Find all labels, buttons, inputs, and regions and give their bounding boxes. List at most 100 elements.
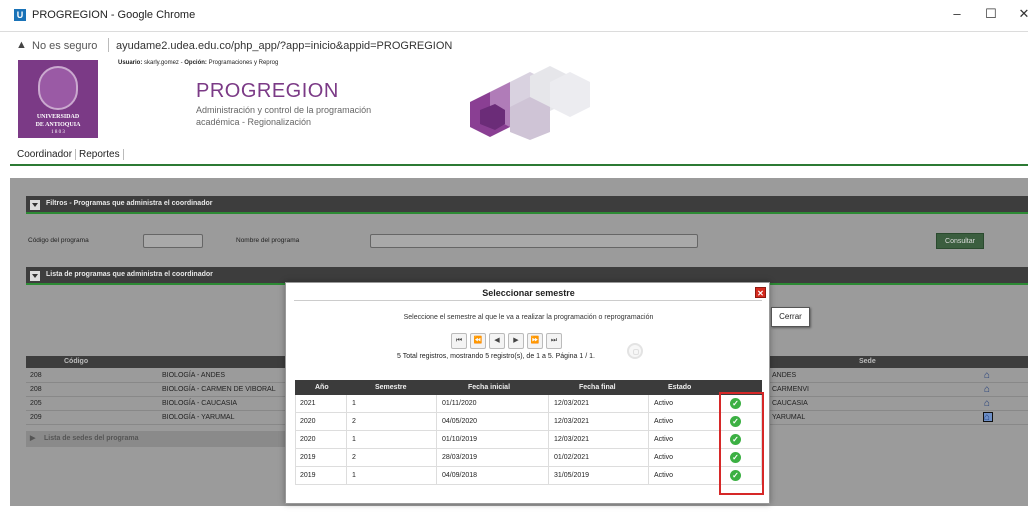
filters-title: Filtros - Programas que administra el co… bbox=[46, 200, 213, 207]
row-semester: 2 bbox=[352, 418, 356, 425]
row-semester: 1 bbox=[352, 436, 356, 443]
semester-row[interactable]: 2019 2 28/03/2019 01/02/2021 Activo ✓ bbox=[295, 449, 762, 467]
user-label: Usuario: bbox=[118, 60, 143, 66]
column-header-semester: Semestre bbox=[375, 384, 407, 391]
collapse-arrow-icon[interactable] bbox=[30, 200, 40, 210]
semester-row[interactable]: 2020 2 04/05/2020 12/03/2021 Activo ✓ bbox=[295, 413, 762, 431]
consultar-button[interactable]: Consultar bbox=[936, 233, 984, 249]
row-start-date: 04/05/2020 bbox=[442, 418, 478, 425]
user-value: skarly.gomez bbox=[144, 60, 179, 66]
home-icon-selected[interactable]: ⌂ bbox=[983, 412, 993, 423]
sedes-title: Lista de sedes del programa bbox=[44, 435, 139, 442]
home-icon[interactable]: ⌂ bbox=[984, 399, 994, 409]
pager-last-button[interactable]: ⏭ bbox=[546, 333, 562, 349]
app-subtitle-line2: académica - Regionalización bbox=[196, 117, 312, 127]
row-sede: CAUCASIA bbox=[772, 400, 808, 407]
university-logo: UNIVERSIDAD DE ANTIOQUIA 1 8 0 3 bbox=[18, 60, 98, 138]
sedes-section-header[interactable]: ▶ Lista de sedes del programa bbox=[26, 431, 286, 447]
semester-row[interactable]: 2020 1 01/10/2019 12/03/2021 Activo ✓ bbox=[295, 431, 762, 449]
logo-text-line2: DE ANTIOQUIA bbox=[35, 122, 81, 128]
row-code: 208 bbox=[30, 386, 42, 393]
university-seal-icon bbox=[38, 66, 78, 110]
row-semester: 1 bbox=[352, 400, 356, 407]
app-favicon-icon: U bbox=[14, 9, 26, 21]
nav-item-coordinador[interactable]: Coordinador bbox=[14, 149, 77, 160]
row-year: 2020 bbox=[300, 418, 316, 425]
row-code: 209 bbox=[30, 414, 42, 421]
row-sede: CARMENVI bbox=[772, 386, 809, 393]
row-year: 2019 bbox=[300, 454, 316, 461]
refresh-icon[interactable] bbox=[627, 343, 643, 359]
logo-year: 1 8 0 3 bbox=[51, 130, 65, 135]
name-label: Nombre del programa bbox=[236, 237, 300, 244]
pager-next-block-button[interactable]: ⏩ bbox=[527, 333, 543, 349]
decorative-cubes-graphic bbox=[470, 66, 590, 140]
row-start-date: 01/11/2020 bbox=[442, 400, 477, 407]
semesters-table-header: Año Semestre Fecha inicial Fecha final E… bbox=[295, 380, 762, 395]
column-header-start-date: Fecha inicial bbox=[468, 384, 511, 391]
row-end-date: 12/03/2021 bbox=[554, 418, 590, 425]
row-name: BIOLOGÍA - CAUCASIA bbox=[162, 400, 238, 407]
maximize-button[interactable]: ☐ bbox=[979, 6, 1003, 22]
filters-section-header[interactable]: Filtros - Programas que administra el co… bbox=[26, 196, 1028, 214]
semester-row[interactable]: 2021 1 01/11/2020 12/03/2021 Activo ✓ bbox=[295, 395, 762, 413]
dialog-title: Seleccionar semestre bbox=[482, 288, 575, 298]
address-bar[interactable]: ▲ No es seguro ayudame2.udea.edu.co/php_… bbox=[0, 34, 1028, 58]
semester-row[interactable]: 2019 1 04/09/2018 31/05/2019 Activo ✓ bbox=[295, 467, 762, 485]
address-separator bbox=[108, 38, 109, 52]
close-window-button[interactable]: ✕ bbox=[1012, 6, 1028, 22]
row-code: 205 bbox=[30, 400, 42, 407]
nav-item-reportes[interactable]: Reportes bbox=[76, 149, 124, 160]
list-title: Lista de programas que administra el coo… bbox=[46, 271, 213, 278]
pager-next-button[interactable]: ▶ bbox=[508, 333, 524, 349]
collapse-arrow-icon[interactable] bbox=[30, 271, 40, 281]
expand-arrow-icon[interactable]: ▶ bbox=[30, 434, 35, 442]
url-text[interactable]: ayudame2.udea.edu.co/php_app/?app=inicio… bbox=[116, 40, 452, 52]
warning-icon[interactable]: ▲ bbox=[16, 39, 27, 51]
pager-info: 5 Total registros, mostrando 5 registro(… bbox=[397, 353, 595, 360]
row-status: Activo bbox=[654, 454, 674, 461]
column-header-codigo: Código bbox=[64, 358, 89, 365]
selection-highlight-box bbox=[719, 392, 764, 495]
row-year: 2021 bbox=[300, 400, 316, 407]
user-info: Usuario: skarly.gomez - Opción: Programa… bbox=[118, 60, 279, 66]
option-label: Opción: bbox=[184, 60, 207, 66]
row-name: BIOLOGÍA - ANDES bbox=[162, 372, 226, 379]
name-input[interactable] bbox=[370, 234, 698, 248]
row-sede: ANDES bbox=[772, 372, 797, 379]
row-code: 208 bbox=[30, 372, 42, 379]
home-icon[interactable]: ⌂ bbox=[984, 385, 994, 395]
app-subtitle-line1: Administración y control de la programac… bbox=[196, 105, 372, 115]
row-status: Activo bbox=[654, 400, 674, 407]
close-dialog-icon[interactable]: ✕ bbox=[755, 287, 766, 298]
pager-prev-block-button[interactable]: ⏪ bbox=[470, 333, 486, 349]
app-title: PROGREGION bbox=[196, 80, 339, 102]
option-value: Programaciones y Reprog bbox=[208, 60, 279, 66]
column-header-sede: Sede bbox=[859, 358, 876, 365]
pager-first-button[interactable]: ⏮ bbox=[451, 333, 467, 349]
row-end-date: 12/03/2021 bbox=[554, 400, 590, 407]
code-input[interactable] bbox=[143, 234, 203, 248]
security-label[interactable]: No es seguro bbox=[32, 40, 97, 52]
row-year: 2020 bbox=[300, 436, 316, 443]
home-icon[interactable]: ⌂ bbox=[984, 371, 994, 381]
row-end-date: 12/03/2021 bbox=[554, 436, 590, 443]
filters-row: Código del programa Nombre del programa … bbox=[26, 227, 1028, 255]
row-end-date: 01/02/2021 bbox=[554, 454, 590, 461]
row-start-date: 01/10/2019 bbox=[442, 436, 478, 443]
code-label: Código del programa bbox=[28, 237, 89, 244]
dialog-message: Seleccione el semestre al que le va a re… bbox=[403, 314, 654, 321]
row-status: Activo bbox=[654, 472, 674, 479]
window-title: PROGREGION - Google Chrome bbox=[32, 9, 196, 21]
column-header-status: Estado bbox=[668, 384, 692, 391]
minimize-button[interactable]: – bbox=[945, 6, 969, 21]
row-start-date: 28/03/2019 bbox=[442, 454, 478, 461]
row-start-date: 04/09/2018 bbox=[442, 472, 478, 479]
row-status: Activo bbox=[654, 436, 674, 443]
column-header-year: Año bbox=[315, 384, 329, 391]
row-name: BIOLOGÍA - YARUMAL bbox=[162, 414, 235, 421]
row-semester: 1 bbox=[352, 472, 356, 479]
row-name: BIOLOGÍA - CARMEN DE VIBORAL bbox=[162, 386, 276, 393]
pager-prev-button[interactable]: ◀ bbox=[489, 333, 505, 349]
column-header-end-date: Fecha final bbox=[579, 384, 616, 391]
